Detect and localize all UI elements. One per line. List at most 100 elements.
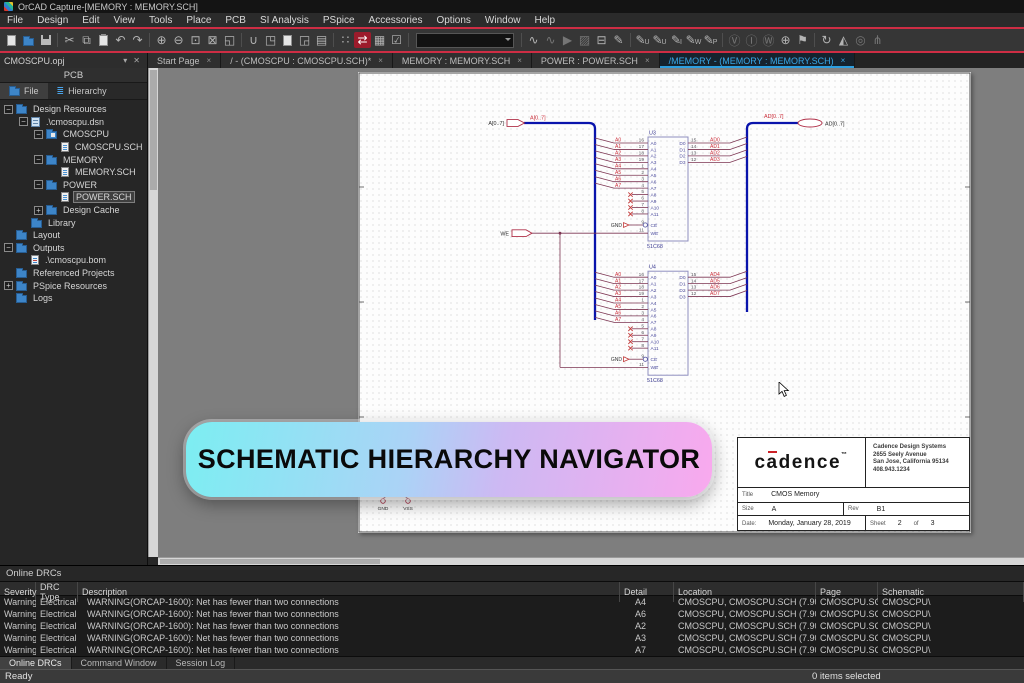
- view-simulation-icon[interactable]: ∿: [542, 31, 559, 50]
- tree-item-library[interactable]: Library: [0, 216, 147, 229]
- tree-item-design-resources[interactable]: − Design Resources: [0, 103, 147, 116]
- tab-close-icon[interactable]: ×: [517, 56, 522, 65]
- panel-close-icon[interactable]: ✕: [130, 56, 143, 65]
- plot-probe-icon[interactable]: ✎ P: [702, 31, 719, 50]
- new-simulation-icon[interactable]: ∿: [525, 31, 542, 50]
- edit-profile-icon[interactable]: ✎: [610, 31, 627, 50]
- tree-expander-icon[interactable]: +: [34, 205, 43, 215]
- menu-options[interactable]: Options: [429, 13, 477, 27]
- zoom-previous-icon[interactable]: ◱: [221, 31, 238, 50]
- tree-item-pspice-resources[interactable]: + PSpice Resources: [0, 279, 147, 292]
- tab-close-icon[interactable]: ×: [841, 56, 846, 65]
- zoom-region-icon[interactable]: ⊡: [187, 31, 204, 50]
- zoom-in-icon[interactable]: ⊕: [153, 31, 170, 50]
- tree-item-design-cache[interactable]: + Design Cache: [0, 204, 147, 217]
- tree-item-layout[interactable]: Layout: [0, 229, 147, 242]
- select-page-icon[interactable]: ◲: [296, 31, 313, 50]
- tree-item-referenced-projects[interactable]: Referenced Projects: [0, 267, 147, 280]
- fisheye-view-icon[interactable]: ∪: [245, 31, 262, 50]
- panel-menu-caret-icon[interactable]: ▾: [120, 56, 130, 65]
- tree-item-power-sch[interactable]: POWER.SCH: [0, 191, 147, 204]
- tree-expander-icon[interactable]: +: [4, 281, 13, 291]
- copy-icon[interactable]: ⧉: [78, 31, 95, 50]
- tab-close-icon[interactable]: ×: [207, 56, 212, 65]
- find-zoom-icon[interactable]: ◎: [852, 31, 869, 50]
- output-tab-online-drcs[interactable]: Online DRCs: [0, 657, 72, 669]
- origin-marker-icon[interactable]: ⊕: [777, 31, 794, 50]
- current-probe-icon[interactable]: ✎ I: [668, 31, 685, 50]
- tree-item-outputs[interactable]: − Outputs: [0, 242, 147, 255]
- new-page-icon[interactable]: [279, 31, 296, 50]
- drc-row-a2[interactable]: Warning Electrical WARNING(ORCAP-1600): Ne…: [0, 620, 1024, 632]
- cut-icon[interactable]: ✂: [61, 31, 78, 50]
- drc-row-a4[interactable]: Warning Electrical WARNING(ORCAP-1600): Ne…: [0, 596, 1024, 608]
- tree-item-cmoscpu-dsn[interactable]: − .\cmoscpu.dsn: [0, 116, 147, 129]
- panel-tab-file[interactable]: File: [0, 83, 48, 99]
- mirror-icon[interactable]: ◭: [835, 31, 852, 50]
- tab-memory-memory-sch[interactable]: MEMORY : MEMORY.SCH ×: [392, 53, 532, 68]
- tree-item-cmoscpu-sch[interactable]: CMOSCPU.SCH: [0, 141, 147, 154]
- voltage-diff-probe-icon[interactable]: ✎ U: [651, 31, 668, 50]
- tree-expander-icon[interactable]: −: [34, 129, 43, 139]
- power-marker-icon[interactable]: Ⓦ: [760, 31, 777, 50]
- menu-accessories[interactable]: Accessories: [362, 13, 430, 27]
- design-sync-icon[interactable]: ⇄: [354, 32, 371, 48]
- drc-row-a3[interactable]: Warning Electrical WARNING(ORCAP-1600): Ne…: [0, 632, 1024, 644]
- tab-close-icon[interactable]: ×: [645, 56, 650, 65]
- menu-help[interactable]: Help: [528, 13, 563, 27]
- menu-tools[interactable]: Tools: [142, 13, 179, 27]
- menu-edit[interactable]: Edit: [75, 13, 106, 27]
- zoom-fit-icon[interactable]: ⊠: [204, 31, 221, 50]
- panel-tab-hierarchy[interactable]: ≣ Hierarchy: [48, 83, 116, 99]
- save-document-icon[interactable]: [37, 31, 54, 50]
- menu-pspice[interactable]: PSpice: [316, 13, 362, 27]
- axes-icon[interactable]: ⋔: [869, 31, 886, 50]
- summary-report-icon[interactable]: ▤: [313, 31, 330, 50]
- new-document-icon[interactable]: [3, 31, 20, 50]
- tree-item-memory[interactable]: − MEMORY: [0, 153, 147, 166]
- part-manager-icon[interactable]: ∷: [337, 31, 354, 50]
- tree-item-cmoscpu[interactable]: − CMOSCPU: [0, 128, 147, 141]
- run-pspice-icon[interactable]: ▶: [559, 31, 576, 50]
- tree-expander-icon[interactable]: −: [34, 155, 43, 165]
- paste-icon[interactable]: [95, 31, 112, 50]
- menu-pcb[interactable]: PCB: [218, 13, 253, 27]
- goto-page-icon[interactable]: ◳: [262, 31, 279, 50]
- tab-cmoscpu-cmoscpu-sch[interactable]: / - (CMOSCPU : CMOSCPU.SCH)* ×: [221, 53, 393, 68]
- rotate-icon[interactable]: ↻: [818, 31, 835, 50]
- menu-window[interactable]: Window: [478, 13, 528, 27]
- drc-row-a7[interactable]: Warning Electrical WARNING(ORCAP-1600): Ne…: [0, 644, 1024, 656]
- tree-item-cmoscpu-bom[interactable]: .\cmoscpu.bom: [0, 254, 147, 267]
- view-results-icon[interactable]: ▨: [576, 31, 593, 50]
- output-tab-command-window[interactable]: Command Window: [72, 657, 167, 669]
- redo-icon[interactable]: ↷: [129, 31, 146, 50]
- tree-item-power[interactable]: − POWER: [0, 179, 147, 192]
- drc-flag-icon[interactable]: ⚑: [794, 31, 811, 50]
- zoom-out-icon[interactable]: ⊖: [170, 31, 187, 50]
- tree-expander-icon[interactable]: −: [4, 243, 13, 253]
- cis-explorer-icon[interactable]: ▦: [371, 31, 388, 50]
- menu-file[interactable]: File: [0, 13, 30, 27]
- drc-row-a6[interactable]: Warning Electrical WARNING(ORCAP-1600): Ne…: [0, 608, 1024, 620]
- voltage-marker-icon[interactable]: Ⓥ: [726, 31, 743, 50]
- verify-design-icon[interactable]: ☑: [388, 31, 405, 50]
- menu-si-analysis[interactable]: SI Analysis: [253, 13, 316, 27]
- horizontal-scrollbar[interactable]: [158, 557, 1024, 565]
- tab-power-power-sch[interactable]: POWER : POWER.SCH ×: [531, 53, 660, 68]
- open-document-icon[interactable]: [20, 31, 37, 50]
- undo-icon[interactable]: ↶: [112, 31, 129, 50]
- vertical-scrollbar[interactable]: [148, 68, 158, 557]
- menu-place[interactable]: Place: [179, 13, 218, 27]
- view-netlist-icon[interactable]: ⊟: [593, 31, 610, 50]
- tree-item-memory-sch[interactable]: MEMORY.SCH: [0, 166, 147, 179]
- tree-expander-icon[interactable]: −: [34, 180, 43, 190]
- current-marker-icon[interactable]: Ⓘ: [743, 31, 760, 50]
- tab-memory-memory-memory-sch[interactable]: /MEMORY - (MEMORY : MEMORY.SCH) ×: [659, 53, 856, 68]
- simulation-profile-select[interactable]: [416, 32, 514, 48]
- tab-start-page[interactable]: Start Page ×: [148, 53, 222, 68]
- voltage-probe-icon[interactable]: ✎ U: [634, 31, 651, 50]
- menu-design[interactable]: Design: [30, 13, 75, 27]
- output-tab-session-log[interactable]: Session Log: [167, 657, 236, 669]
- menu-view[interactable]: View: [107, 13, 143, 27]
- tree-expander-icon[interactable]: −: [4, 104, 13, 114]
